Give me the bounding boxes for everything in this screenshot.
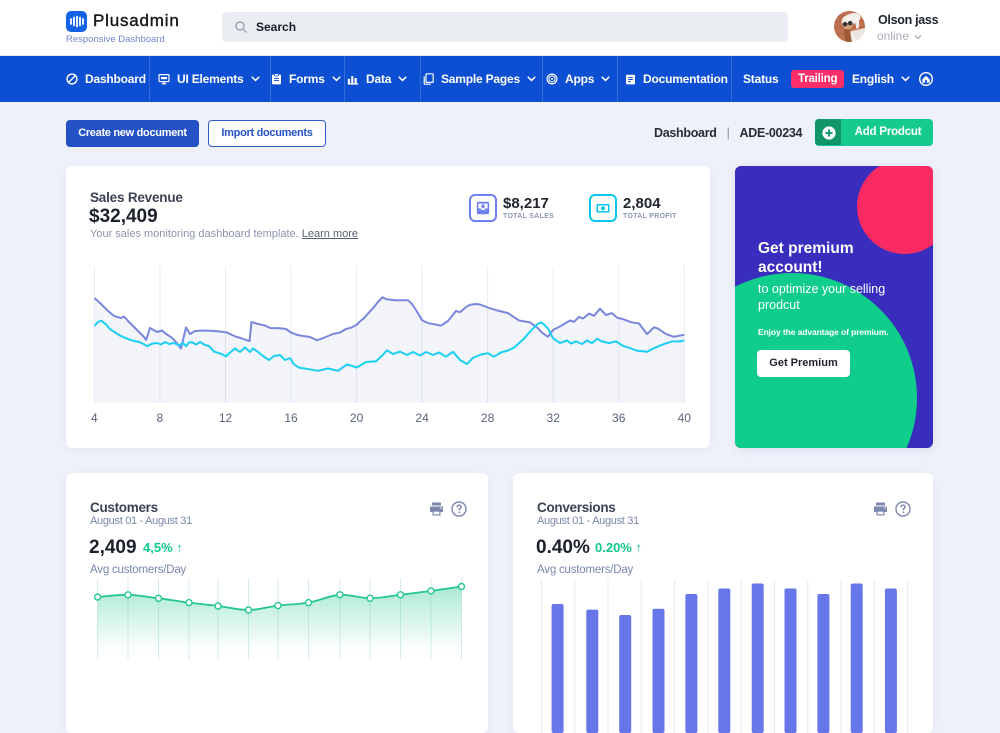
svg-text:32: 32 [547, 411, 561, 425]
svg-text:28: 28 [481, 411, 495, 425]
svg-text:36: 36 [612, 411, 626, 425]
svg-text:12: 12 [219, 411, 233, 425]
svg-text:20: 20 [350, 411, 364, 425]
svg-text:40: 40 [678, 411, 692, 425]
svg-text:4: 4 [91, 411, 98, 425]
svg-text:8: 8 [157, 411, 164, 425]
svg-text:16: 16 [284, 411, 298, 425]
svg-text:24: 24 [415, 411, 429, 425]
